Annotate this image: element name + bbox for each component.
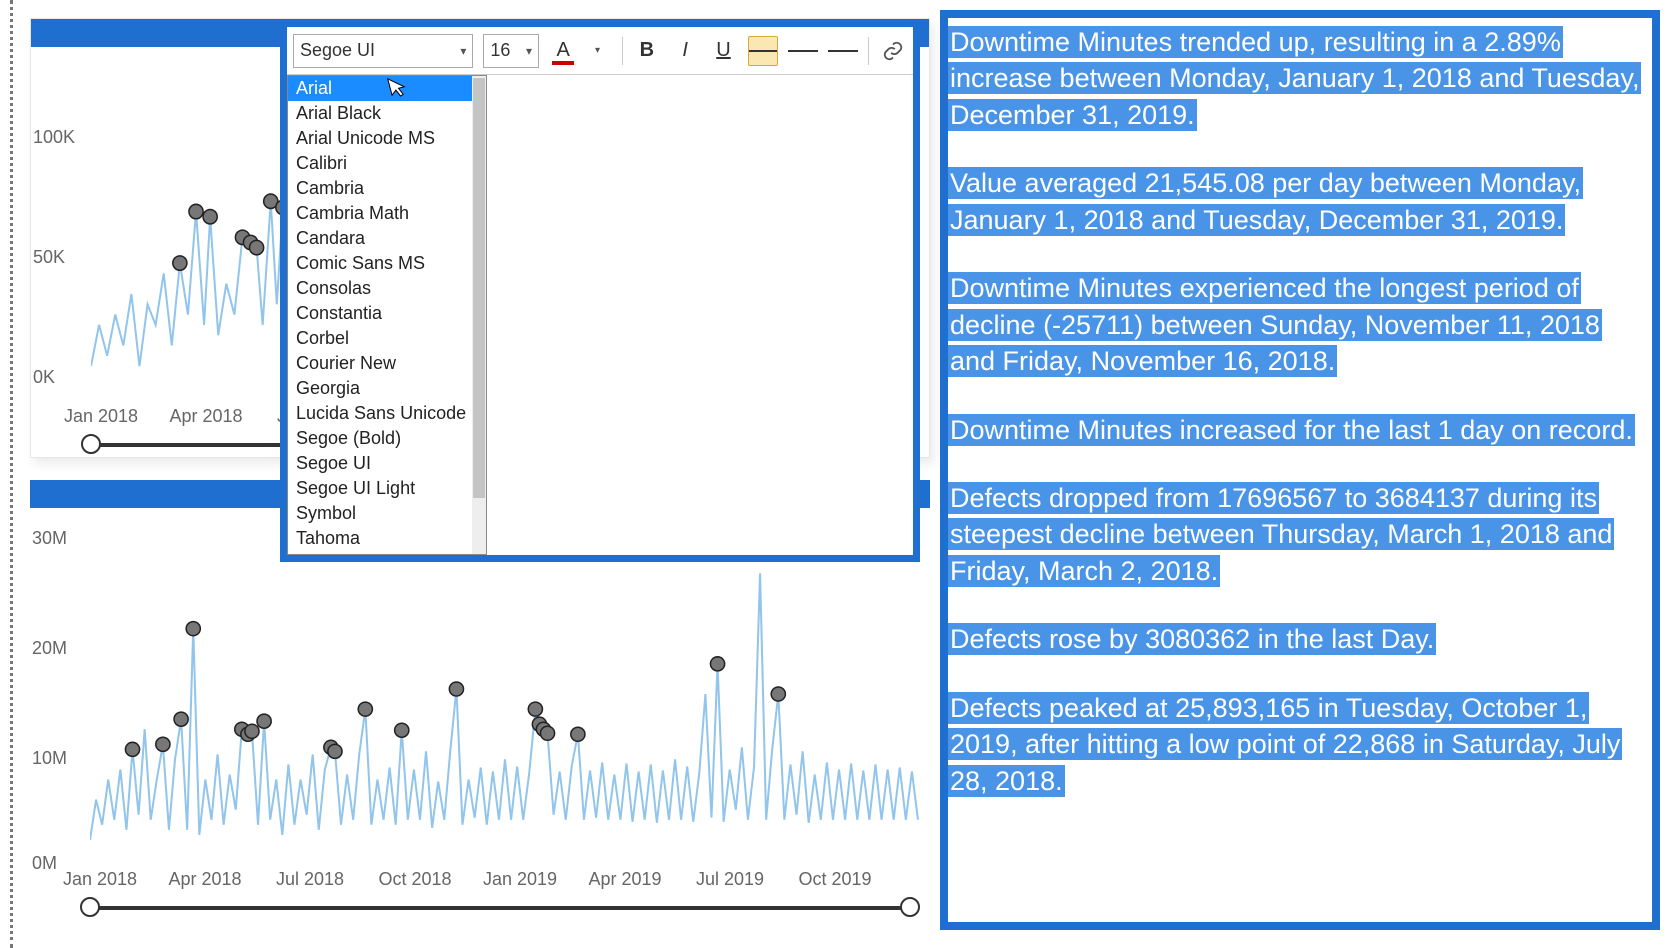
chevron-down-icon: ▾ [460,44,466,58]
insight-item[interactable]: Value averaged 21,545.08 per day between… [948,165,1652,238]
slider-handle-start[interactable] [81,434,101,454]
insight-item[interactable]: Downtime Minutes experienced the longest… [948,270,1652,379]
font-family-select[interactable]: Segoe UI ▾ [293,34,473,68]
font-option[interactable]: Courier New [288,351,486,376]
chart2-ytick: 30M [32,528,67,549]
insight-text: Downtime Minutes increased for the last … [948,414,1635,446]
font-option[interactable]: Cambria [288,176,486,201]
chart2-ytick: 0M [32,853,57,874]
scrollbar-thumb[interactable] [473,78,485,498]
italic-button[interactable]: I [671,36,699,66]
chart2-xtick: Apr 2018 [168,869,241,890]
font-color-swatch [552,61,574,65]
bold-button[interactable]: B [633,36,661,66]
chart2-xtick: Jan 2019 [483,869,557,890]
align-left-button[interactable] [748,36,778,66]
font-option[interactable]: Cambria Math [288,201,486,226]
font-option[interactable]: Georgia [288,376,486,401]
font-family-dropdown[interactable]: ArialArial BlackArial Unicode MSCalibriC… [287,75,487,555]
font-option[interactable]: Segoe UI Light [288,476,486,501]
chart2-xtick: Apr 2019 [588,869,661,890]
chart2-ytick: 10M [32,748,67,769]
font-option[interactable]: Symbol [288,501,486,526]
insights-panel[interactable]: Downtime Minutes trended up, resulting i… [940,10,1660,930]
link-icon [882,40,904,62]
hyperlink-button[interactable] [879,36,907,66]
insight-item[interactable]: Defects rose by 3080362 in the last Day. [948,621,1652,657]
chevron-down-icon: ▾ [526,44,532,58]
toolbar-divider [622,37,623,65]
chart2-xtick: Oct 2019 [798,869,871,890]
slider-handle-end[interactable] [900,897,920,917]
font-option[interactable]: Consolas [288,276,486,301]
chart1-xtick: Jan 2018 [64,406,138,427]
chart1-xtick: Apr 2018 [169,406,242,427]
insight-item[interactable]: Defects dropped from 17696567 to 3684137… [948,480,1652,589]
chart2-plot-area [90,518,920,860]
font-size-select[interactable]: 16 ▾ [483,34,539,68]
font-size-value: 16 [490,40,510,61]
chart2-xtick: Jul 2018 [276,869,344,890]
text-format-toolbar: Segoe UI ▾ 16 ▾ A ▾ B I U ArialArial Bla… [280,20,920,562]
chart2-range-slider[interactable] [90,906,910,910]
font-option[interactable]: Tahoma [288,526,486,551]
font-option[interactable]: Corbel [288,326,486,351]
slider-handle-start[interactable] [80,897,100,917]
chart1-ytick: 100K [33,127,75,148]
selection-border-left [10,0,13,948]
font-option[interactable]: Arial Unicode MS [288,126,486,151]
font-option[interactable]: Segoe (Bold) [288,426,486,451]
chart2-xtick: Jan 2018 [63,869,137,890]
insight-item[interactable]: Downtime Minutes increased for the last … [948,412,1652,448]
insight-text: Downtime Minutes experienced the longest… [948,272,1602,377]
font-family-value: Segoe UI [300,40,375,61]
insight-text: Defects peaked at 25,893,165 in Tuesday,… [948,692,1622,797]
font-option[interactable]: Constantia [288,301,486,326]
chart2-xtick: Jul 2019 [696,869,764,890]
font-color-button[interactable]: A [549,36,577,66]
scrollbar-track[interactable] [472,76,486,554]
chart1-ytick: 0K [33,367,55,388]
font-option[interactable]: Lucida Sans Unicode [288,401,486,426]
insight-text: Defects rose by 3080362 in the last Day. [948,623,1436,655]
insight-item[interactable]: Defects peaked at 25,893,165 in Tuesday,… [948,690,1652,799]
chart2-ytick: 20M [32,638,67,659]
toolbar-divider [868,37,869,65]
insight-item[interactable]: Downtime Minutes trended up, resulting i… [948,24,1652,133]
chart2-xtick: Oct 2018 [378,869,451,890]
insight-text: Value averaged 21,545.08 per day between… [948,167,1583,235]
insight-text: Defects dropped from 17696567 to 3684137… [948,482,1614,587]
font-option[interactable]: Calibri [288,151,486,176]
font-option[interactable]: Times New Roman [288,551,486,555]
font-option[interactable]: Arial Black [288,101,486,126]
align-center-button[interactable] [788,36,818,66]
insight-text: Downtime Minutes trended up, resulting i… [948,26,1641,131]
font-option[interactable]: Candara [288,226,486,251]
align-right-button[interactable] [828,36,858,66]
font-option[interactable]: Comic Sans MS [288,251,486,276]
font-option[interactable]: Segoe UI [288,451,486,476]
font-color-dropdown[interactable]: ▾ [583,36,611,66]
chart1-ytick: 50K [33,247,65,268]
underline-button[interactable]: U [709,36,737,66]
